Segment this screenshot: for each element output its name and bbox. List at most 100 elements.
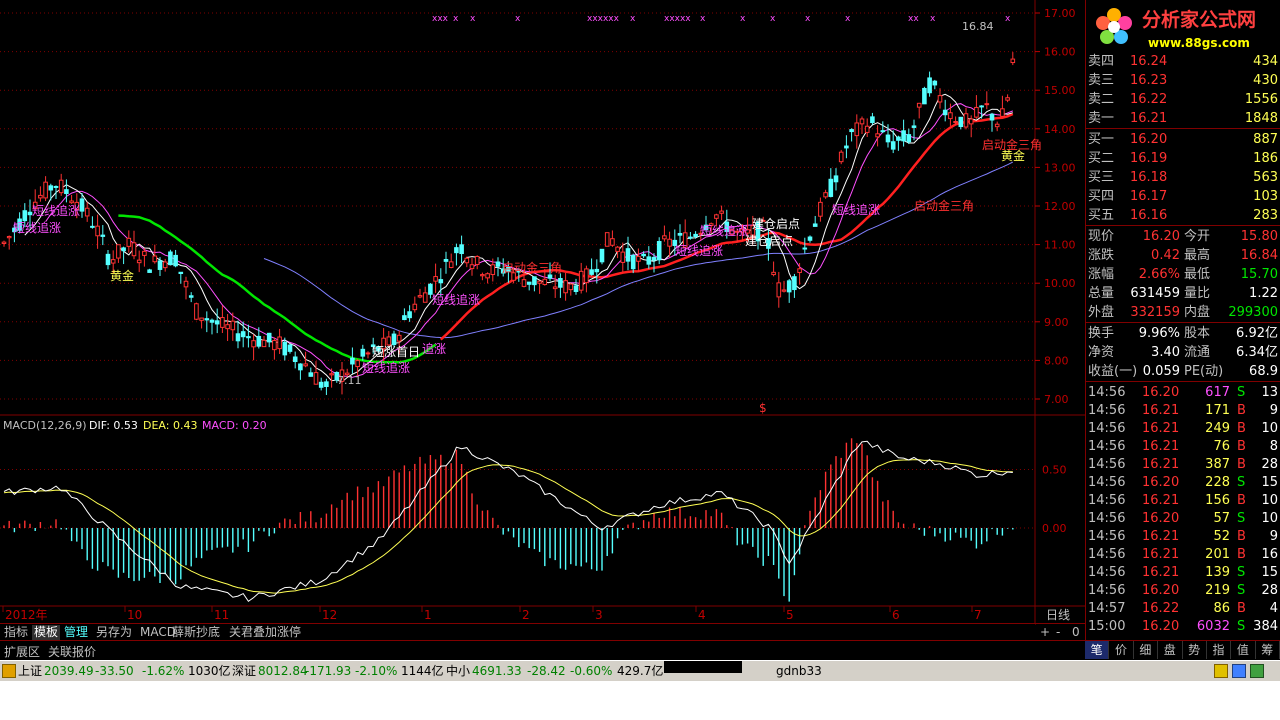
candlestick-body [147, 269, 152, 273]
sound-icon[interactable] [1250, 664, 1264, 678]
top-signal-marker: x [805, 14, 811, 24]
candlestick-body [454, 247, 459, 254]
lock-icon[interactable] [1214, 664, 1228, 678]
tick-time: 14:56 [1088, 547, 1126, 562]
tick-direction: S [1237, 475, 1246, 490]
stat-value: 2.66% [1138, 267, 1180, 282]
high-price-label: 16.84 [962, 20, 994, 33]
candlestick-body [615, 246, 620, 252]
candlestick-body [417, 295, 423, 298]
toolbar-manage[interactable]: 管理 [62, 625, 90, 640]
tick-direction: B [1237, 529, 1246, 544]
candlestick-body [568, 283, 574, 291]
x-axis-label: 11 [214, 608, 229, 622]
sz-percent: -2.10% [355, 664, 398, 678]
candlestick-body [693, 233, 698, 238]
tab-related-quote[interactable]: 关联报价 [48, 643, 96, 660]
x-axis-label: 7 [974, 608, 982, 622]
candlestick-body [620, 251, 626, 263]
signal-label: 启动金三角 [502, 260, 562, 275]
quote-tab[interactable]: 指 [1207, 641, 1232, 659]
candlestick-body [220, 317, 225, 328]
candlestick-body [963, 113, 969, 128]
candlestick-body [183, 280, 189, 288]
toolbar-xuesi[interactable]: 薛斯抄底 [170, 625, 222, 640]
candlestick-body [79, 198, 85, 212]
kline-chart[interactable]: 短线追涨短线追涨黄金短线追涨短涨首日 追涨短线追涨启动金三角短线追涨建仓启点建仓启… [0, 0, 1085, 625]
tick-volume: 171 [1205, 403, 1230, 418]
zoom-reset-button[interactable]: 0 [1072, 625, 1080, 639]
quote-tab[interactable]: 笔 [1085, 641, 1110, 659]
candlestick-body [116, 244, 121, 259]
tick-direction: S [1237, 511, 1246, 526]
level-volume: 186 [1253, 151, 1278, 166]
stat-value: 9.96% [1138, 326, 1180, 341]
tick-volume: 387 [1205, 457, 1230, 472]
candlestick-body [246, 336, 251, 339]
toolbar-guanjun[interactable]: 关君叠加涨停 [227, 625, 303, 640]
network-icon[interactable] [1232, 664, 1246, 678]
zoom-in-button[interactable]: + [1040, 625, 1050, 639]
candlestick-body [786, 280, 792, 293]
level-price: 16.24 [1130, 54, 1168, 69]
top-signal-marker: x [1005, 14, 1011, 24]
stat-value: 16.20 [1142, 229, 1180, 244]
toolbar-save-as[interactable]: 另存为 [94, 625, 134, 640]
top-signal-marker: xxxxxx [587, 14, 620, 24]
candlestick-body [272, 339, 277, 351]
tab-extend-area[interactable]: 扩展区 [4, 643, 40, 660]
stat-label: PE(动) [1184, 364, 1224, 379]
candlestick-body [864, 125, 870, 133]
candlestick-body [157, 260, 163, 270]
zoom-out-button[interactable]: - [1056, 625, 1060, 639]
candlestick-body [906, 134, 912, 143]
quote-tab[interactable]: 势 [1183, 641, 1207, 659]
x-axis-label: 12 [322, 608, 337, 622]
tick-price: 16.21 [1142, 439, 1180, 454]
candlestick-body [266, 332, 272, 343]
tick-volume: 76 [1213, 439, 1230, 454]
toolbar-template[interactable]: 模板 [32, 625, 61, 640]
candlestick-body [833, 175, 839, 183]
x-axis-label: 2012年 [5, 608, 48, 622]
stat-row: 收益(一) 0.059 PE(动) 68.9 [1088, 362, 1279, 381]
buy-level: 买五 16.16 283 [1088, 206, 1279, 225]
level-label: 卖二 [1088, 92, 1115, 107]
macd-axis-label: 0.00 [1042, 522, 1067, 535]
toolbar-indicator[interactable]: 指标 [2, 625, 30, 640]
candlestick-body [464, 257, 470, 264]
candlestick-body [807, 236, 813, 241]
sell-level: 卖三 16.23 430 [1088, 71, 1279, 90]
candlestick-body [532, 276, 537, 286]
candlestick-body [318, 381, 324, 388]
candlestick-body [584, 268, 589, 284]
tick-time: 14:56 [1088, 403, 1126, 418]
candlestick-body [412, 303, 418, 311]
stat-label: 收益(一) [1088, 364, 1138, 379]
tick-price: 16.20 [1142, 619, 1180, 634]
top-signal-marker: xx [908, 14, 919, 24]
candlestick-body [162, 261, 168, 269]
tick-time: 14:56 [1088, 511, 1126, 526]
candlestick-body [812, 223, 818, 227]
candlestick-body [199, 317, 204, 321]
sh-name: 上证 [18, 664, 43, 678]
quote-tab[interactable]: 盘 [1158, 641, 1183, 659]
macd-title: MACD(12,26,9) [3, 419, 87, 432]
x-axis-label: 3 [595, 608, 603, 622]
candlestick-body [251, 340, 256, 348]
candlestick-body [391, 333, 397, 346]
price-axis-label: 11.00 [1044, 239, 1076, 252]
candlestick-body [204, 318, 210, 321]
quote-tab[interactable]: 值 [1231, 641, 1256, 659]
candlestick-body [443, 258, 449, 262]
candlestick-body [433, 276, 438, 282]
quote-tab[interactable]: 细 [1134, 641, 1159, 659]
quote-tab[interactable]: 筹 [1256, 641, 1280, 659]
buy-level: 买二 16.19 186 [1088, 149, 1279, 168]
tick-row: 14:56 16.20 219 S 28 [1088, 581, 1279, 600]
price-axis-label: 12.00 [1044, 200, 1076, 213]
stat-label: 涨幅 [1088, 267, 1115, 282]
quote-tab[interactable]: 价 [1109, 641, 1134, 659]
bottom-tabs: 扩展区 关联报价 [0, 640, 1085, 659]
